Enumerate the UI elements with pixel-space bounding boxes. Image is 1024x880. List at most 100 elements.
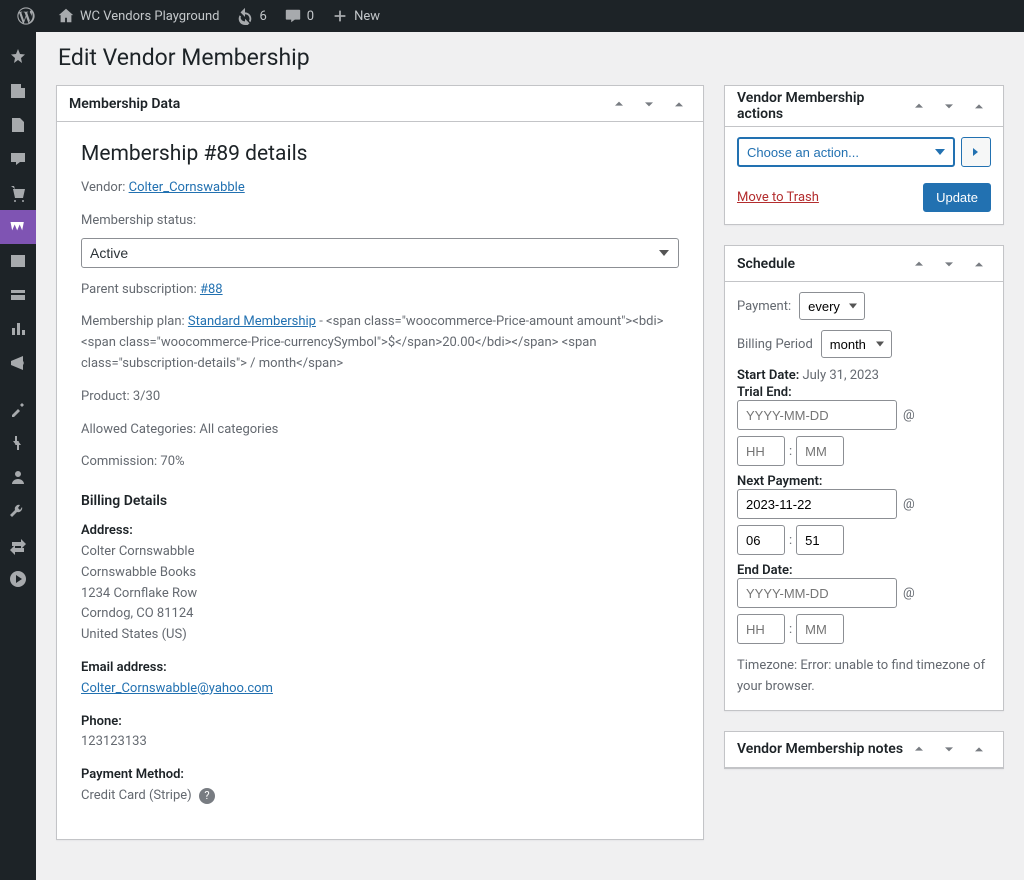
move-down-button[interactable] <box>637 92 661 116</box>
time-colon: : <box>789 533 792 548</box>
comments-count: 0 <box>307 9 314 24</box>
menu-posts[interactable] <box>0 74 36 108</box>
payment-method-label: Payment Method: <box>81 765 679 786</box>
wp-logo[interactable] <box>8 0 48 32</box>
page-title: Edit Vendor Membership <box>58 44 1002 71</box>
move-up-button[interactable] <box>907 94 931 118</box>
start-date-label: Start Date: <box>737 368 799 383</box>
trial-end-date-input[interactable] <box>737 400 897 430</box>
menu-appearance[interactable] <box>0 392 36 426</box>
product-value: 3/30 <box>133 389 160 404</box>
plus-icon <box>330 6 350 26</box>
menu-woocommerce[interactable] <box>0 210 36 244</box>
plan-link[interactable]: Standard Membership <box>188 314 316 329</box>
action-select[interactable]: Choose an action... <box>737 137 955 167</box>
menu-tools[interactable] <box>0 494 36 528</box>
menu-pages[interactable] <box>0 108 36 142</box>
payment-method-value: Credit Card (Stripe) <box>81 788 192 803</box>
trial-end-min-input[interactable] <box>796 436 844 466</box>
phone-value: 123123133 <box>81 732 679 753</box>
menu-users[interactable] <box>0 460 36 494</box>
action-go-button[interactable] <box>961 137 991 167</box>
payment-interval-select[interactable]: every <box>799 292 865 320</box>
product-label: Product: <box>81 389 130 404</box>
end-date-min-input[interactable] <box>796 614 844 644</box>
next-payment-min-input[interactable] <box>796 525 844 555</box>
move-down-button[interactable] <box>937 737 961 761</box>
move-down-button[interactable] <box>937 252 961 276</box>
menu-comments[interactable] <box>0 142 36 176</box>
menu-transfer[interactable] <box>0 528 36 562</box>
email-link[interactable]: Colter_Cornswabble@yahoo.com <box>81 681 273 696</box>
billing-details-heading: Billing Details <box>81 493 679 509</box>
vendor-link[interactable]: Colter_Cornswabble <box>129 180 245 195</box>
comments[interactable]: 0 <box>275 0 322 32</box>
move-down-button[interactable] <box>937 94 961 118</box>
menu-plugins[interactable] <box>0 426 36 460</box>
end-date-hour-input[interactable] <box>737 614 785 644</box>
help-icon[interactable]: ? <box>199 788 215 804</box>
menu-analytics[interactable] <box>0 312 36 346</box>
toggle-panel-button[interactable] <box>967 252 991 276</box>
address-line: Cornswabble Books <box>81 563 679 584</box>
plan-label: Membership plan: <box>81 314 185 329</box>
move-up-button[interactable] <box>607 92 631 116</box>
timezone-note: Timezone: Error: unable to find timezone… <box>737 656 991 698</box>
allowed-cats-label: Allowed Categories: <box>81 422 196 437</box>
membership-details-title: Membership #89 details <box>81 142 679 166</box>
move-to-trash-link[interactable]: Move to Trash <box>737 190 819 205</box>
address-line: 1234 Cornflake Row <box>81 584 679 605</box>
next-payment-hour-input[interactable] <box>737 525 785 555</box>
menu-products[interactable] <box>0 244 36 278</box>
home-icon <box>56 6 76 26</box>
updates[interactable]: 6 <box>227 0 274 32</box>
address-line: Corndog, CO 81124 <box>81 604 679 625</box>
wordpress-icon <box>16 6 36 26</box>
status-select[interactable]: Active <box>81 238 679 268</box>
end-date-date-input[interactable] <box>737 578 897 608</box>
next-payment-label: Next Payment: <box>737 474 991 489</box>
end-date-label: End Date: <box>737 563 991 578</box>
commission-value: 70% <box>160 454 184 469</box>
trial-end-label: Trial End: <box>737 385 991 400</box>
at-symbol: @ <box>903 497 915 512</box>
menu-store[interactable] <box>0 176 36 210</box>
payment-label: Payment: <box>737 299 791 314</box>
toggle-panel-button[interactable] <box>967 94 991 118</box>
membership-data-title: Membership Data <box>69 96 180 112</box>
time-colon: : <box>789 622 792 637</box>
actions-box: Vendor Membership actions Choose an acti… <box>724 85 1004 225</box>
parent-subscription-link[interactable]: #88 <box>200 282 223 297</box>
admin-sidebar <box>0 32 36 880</box>
admin-toolbar: WC Vendors Playground 6 0 New <box>0 0 1024 32</box>
schedule-title: Schedule <box>737 256 795 272</box>
at-symbol: @ <box>903 408 915 423</box>
menu-payments[interactable] <box>0 278 36 312</box>
toggle-panel-button[interactable] <box>667 92 691 116</box>
vendor-label: Vendor: <box>81 180 125 195</box>
new-content[interactable]: New <box>322 0 388 32</box>
phone-label: Phone: <box>81 712 679 733</box>
move-up-button[interactable] <box>907 737 931 761</box>
menu-marketing[interactable] <box>0 346 36 380</box>
site-home[interactable]: WC Vendors Playground <box>48 0 227 32</box>
menu-pin[interactable] <box>0 40 36 74</box>
schedule-box: Schedule Payment: every Bi <box>724 245 1004 711</box>
address-line: Colter Cornswabble <box>81 542 679 563</box>
time-colon: : <box>789 444 792 459</box>
menu-play[interactable] <box>0 562 36 596</box>
move-up-button[interactable] <box>907 252 931 276</box>
toggle-panel-button[interactable] <box>967 737 991 761</box>
email-label: Email address: <box>81 658 679 679</box>
next-payment-date-input[interactable] <box>737 489 897 519</box>
refresh-icon <box>235 6 255 26</box>
parent-label: Parent subscription: <box>81 282 197 297</box>
start-date-value: July 31, 2023 <box>802 368 879 383</box>
trial-end-hour-input[interactable] <box>737 436 785 466</box>
commission-label: Commission: <box>81 454 157 469</box>
billing-period-select[interactable]: month <box>821 330 892 358</box>
at-symbol: @ <box>903 586 915 601</box>
address-line: United States (US) <box>81 625 679 646</box>
update-button[interactable]: Update <box>923 183 991 212</box>
actions-title: Vendor Membership actions <box>737 90 907 122</box>
